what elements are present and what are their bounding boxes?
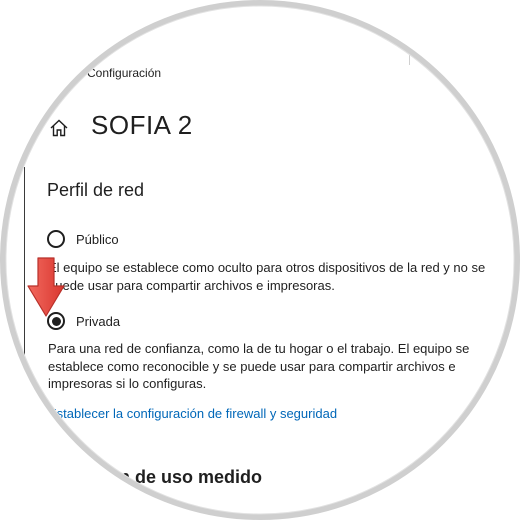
nav-pane-border	[24, 167, 25, 357]
firewall-settings-link[interactable]: Establecer la configuración de firewall …	[48, 406, 337, 421]
title-bar-divider	[409, 55, 410, 65]
radio-public-circle[interactable]	[47, 230, 65, 248]
private-description: Para una red de confianza, como la de tu…	[48, 341, 470, 391]
network-profile-heading: Perfil de red	[47, 180, 145, 200]
radio-public-label[interactable]: Público	[76, 232, 119, 247]
radio-public[interactable]: Público	[47, 228, 119, 250]
public-description: El equipo se establece como oculto para …	[48, 260, 486, 293]
settings-window: Configuración SOFIA 2 Perfil de red Públ…	[6, 6, 514, 514]
home-icon[interactable]	[49, 118, 69, 138]
page-title: SOFIA 2	[91, 110, 193, 140]
screenshot-stage: Configuración SOFIA 2 Perfil de red Públ…	[0, 0, 520, 520]
radio-private-label[interactable]: Privada	[76, 314, 120, 329]
radio-private-circle[interactable]	[47, 312, 65, 330]
radio-selected-dot	[51, 316, 61, 326]
app-title: Configuración	[87, 66, 162, 80]
radio-private[interactable]: Privada	[47, 310, 120, 332]
metered-connection-heading: Conexión de uso medido	[48, 467, 263, 487]
